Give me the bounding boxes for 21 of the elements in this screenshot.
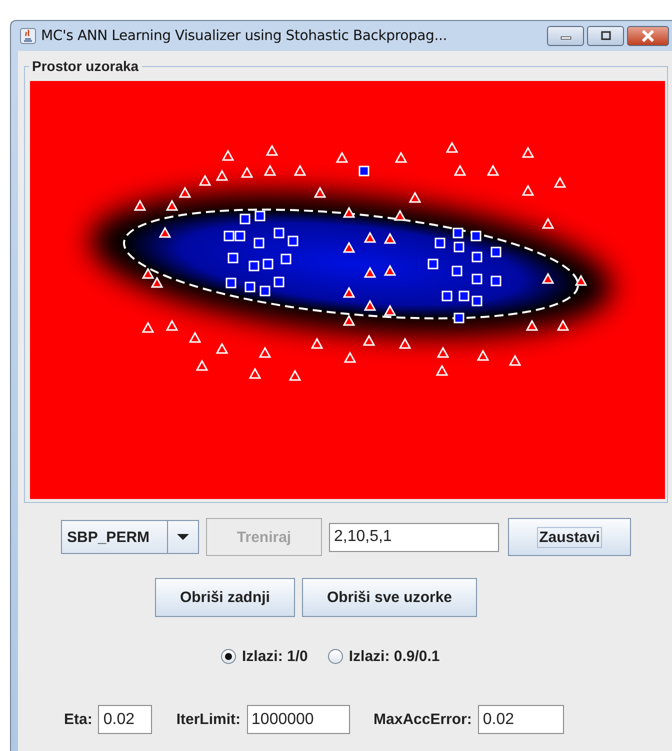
stop-button[interactable]: Zaustavi [508,518,631,556]
output-radio[interactable]: Izlazi: 1/0 [221,648,308,665]
app-icon [20,28,36,44]
parameter-label: IterLimit: [176,711,241,728]
maximize-button[interactable] [587,26,624,46]
close-icon [640,30,656,42]
parameter-label: Eta: [64,711,92,728]
algorithm-dropdown[interactable]: SBP_PERM [61,520,199,554]
output-radio[interactable]: Izlazi: 0.9/0.1 [328,648,440,665]
action-button[interactable]: Obriši sve uzorke [302,578,478,617]
minimize-button[interactable] [547,26,584,46]
layers-field[interactable]: 2,10,5,1 [329,522,499,552]
close-button[interactable] [627,26,669,46]
parameter-field[interactable]: 1000000 [246,705,350,734]
action-button[interactable]: Obriši zadnji [154,578,295,617]
panel-title: Prostor uzoraka [29,58,142,74]
parameter-field[interactable]: 0.02 [478,705,564,734]
parameter-label: MaxAccError: [374,711,472,728]
parameter-field[interactable]: 0.02 [98,705,152,734]
caret-icon [177,533,189,541]
window-title: MC's ANN Learning Visualizer using Stohastic Backpropag... [41,28,448,44]
